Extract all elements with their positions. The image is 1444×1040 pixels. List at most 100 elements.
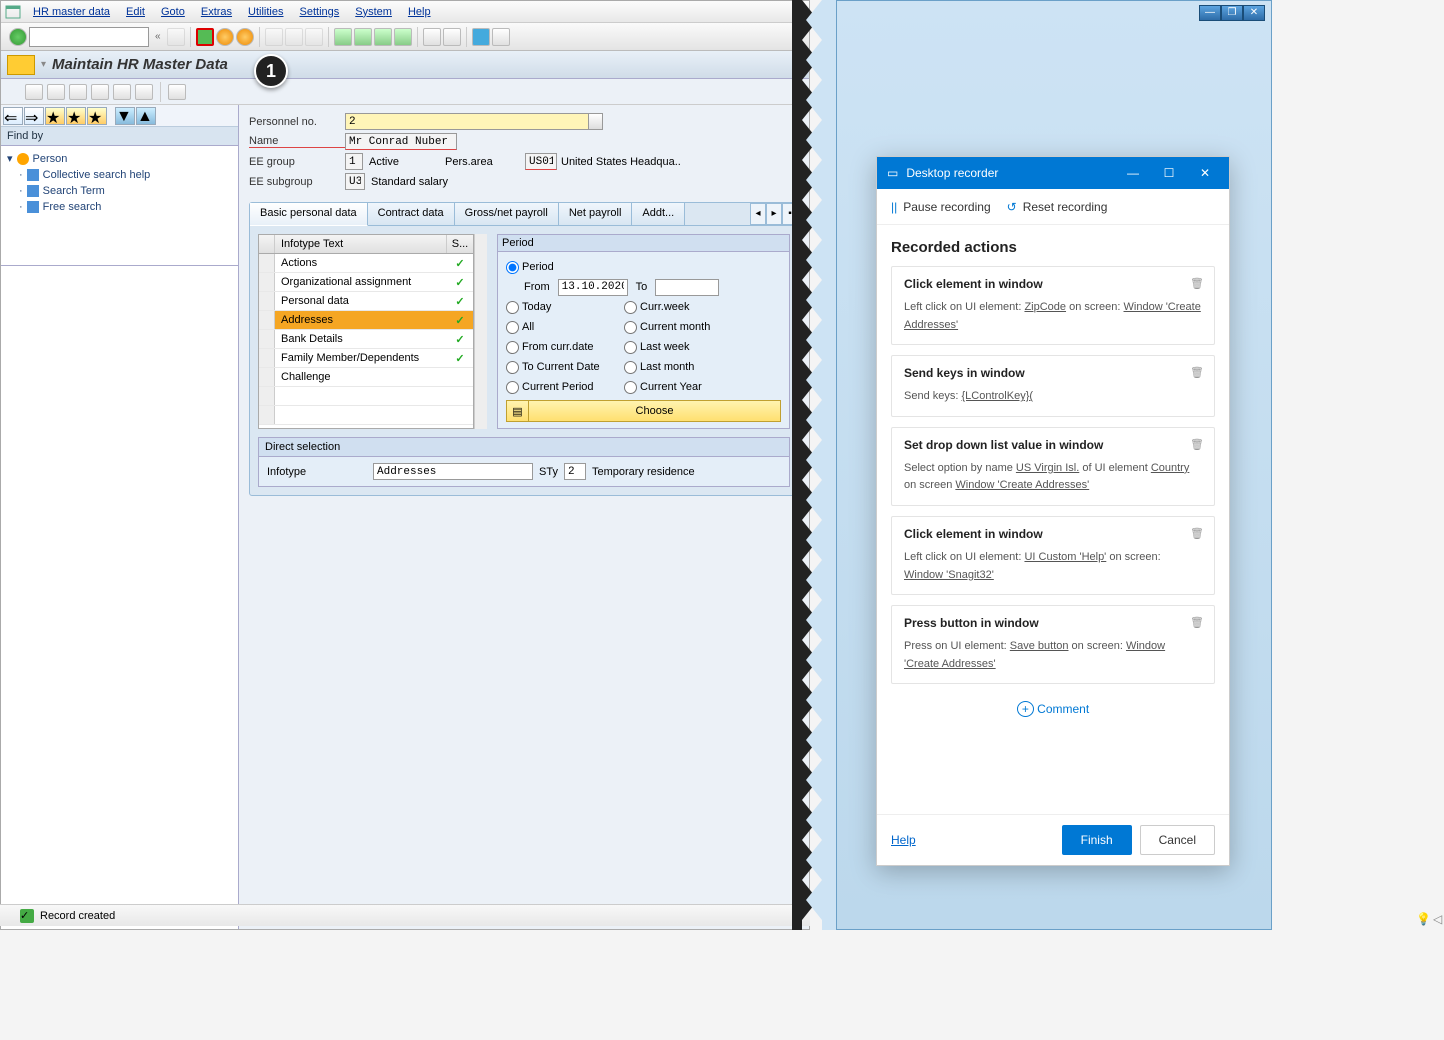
command-field[interactable] (29, 27, 149, 47)
rec-minimize-icon[interactable]: — (1119, 166, 1147, 180)
row-selector[interactable] (259, 349, 275, 367)
row-selector[interactable] (259, 292, 275, 310)
menu-goto[interactable]: Goto (153, 3, 193, 21)
delete-icon[interactable]: 🗑 (1190, 277, 1204, 290)
action-card[interactable]: 🗑Press button in windowPress on UI eleme… (891, 605, 1215, 684)
radio-tocurr[interactable]: To Current Date (506, 361, 616, 374)
infotype-row[interactable]: Personal data✓ (259, 292, 473, 311)
overview-icon[interactable] (168, 84, 186, 100)
last-page-icon[interactable] (394, 28, 412, 46)
radio-all[interactable]: All (506, 321, 616, 334)
f4-icon[interactable] (589, 113, 603, 130)
back-icon[interactable] (196, 28, 214, 46)
enter-icon[interactable] (9, 28, 27, 46)
print-icon[interactable] (265, 28, 283, 46)
action-card[interactable]: 🗑Send keys in windowSend keys: {LControl… (891, 355, 1215, 417)
help-icon[interactable] (472, 28, 490, 46)
sty-input[interactable] (564, 463, 586, 480)
pause-button[interactable]: ||Pause recording (891, 200, 991, 214)
title-icon[interactable] (7, 55, 35, 75)
change-icon[interactable] (47, 84, 65, 100)
restore-icon[interactable]: ❐ (1221, 5, 1243, 21)
nav-fav1-icon[interactable]: ★ (45, 107, 65, 125)
copy-icon[interactable] (91, 84, 109, 100)
row-selector[interactable] (259, 368, 275, 386)
infotype-row[interactable]: Organizational assignment✓ (259, 273, 473, 292)
cancel-button[interactable]: Cancel (1140, 825, 1215, 855)
rec-maximize-icon[interactable]: ☐ (1155, 166, 1183, 180)
row-selector[interactable] (259, 330, 275, 348)
menu-utilities[interactable]: Utilities (240, 3, 291, 21)
radio-lastweek[interactable]: Last week (624, 341, 690, 354)
command-history-icon[interactable]: « (155, 31, 161, 42)
action-card[interactable]: 🗑Click element in windowLeft click on UI… (891, 516, 1215, 595)
infotype-input[interactable] (373, 463, 533, 480)
nav-fav2-icon[interactable]: ★ (66, 107, 86, 125)
close-icon[interactable]: ✕ (1243, 5, 1265, 21)
personnel-input[interactable] (345, 113, 589, 130)
persarea-input[interactable] (525, 153, 557, 170)
tab-net[interactable]: Net payroll (559, 203, 633, 225)
infotype-row[interactable]: Bank Details✓ (259, 330, 473, 349)
nav-back-icon[interactable]: ⇐ (3, 107, 23, 125)
menu-system[interactable]: System (347, 3, 400, 21)
findnext-icon[interactable] (305, 28, 323, 46)
next-page-icon[interactable] (374, 28, 392, 46)
name-input[interactable] (345, 133, 457, 150)
finish-button[interactable]: Finish (1062, 825, 1132, 855)
radio-period[interactable]: Period (506, 261, 554, 274)
save-icon[interactable] (167, 28, 185, 46)
infotype-row[interactable]: Family Member/Dependents✓ (259, 349, 473, 368)
tree-freesearch[interactable]: · Free search (5, 199, 234, 215)
tree-searchterm[interactable]: · Search Term (5, 183, 234, 199)
rec-close-icon[interactable]: ✕ (1191, 166, 1219, 180)
choose-button[interactable]: ▤ Choose (506, 400, 781, 422)
to-input[interactable] (655, 279, 719, 296)
eegroup-input[interactable] (345, 153, 363, 170)
nav-down-icon[interactable]: ▼ (115, 107, 135, 125)
menu-hrmaster[interactable]: HR master data (25, 3, 118, 21)
radio-lastmonth[interactable]: Last month (624, 361, 694, 374)
help-link[interactable]: Help (891, 833, 916, 847)
radio-currmonth[interactable]: Current month (624, 321, 710, 334)
infotype-row[interactable]: Addresses✓ (259, 311, 473, 330)
title-dropdown-icon[interactable]: ▾ (41, 59, 46, 70)
nav-fwd-icon[interactable]: ⇒ (24, 107, 44, 125)
menu-extras[interactable]: Extras (193, 3, 240, 21)
delete-icon[interactable]: 🗑 (1190, 366, 1204, 379)
delete-icon[interactable]: 🗑 (1190, 438, 1204, 451)
eesub-input[interactable] (345, 173, 365, 190)
row-selector[interactable] (259, 254, 275, 272)
action-card[interactable]: 🗑Set drop down list value in windowSelec… (891, 427, 1215, 506)
radio-fromcurr[interactable]: From curr.date (506, 341, 616, 354)
row-selector[interactable] (259, 311, 275, 329)
display-icon[interactable] (69, 84, 87, 100)
infotype-row[interactable]: Challenge (259, 368, 473, 387)
nav-up-icon[interactable]: ▲ (136, 107, 156, 125)
first-page-icon[interactable] (334, 28, 352, 46)
nav-fav3-icon[interactable]: ★ (87, 107, 107, 125)
menu-help[interactable]: Help (400, 3, 439, 21)
lamp-icon[interactable]: 💡 (1416, 912, 1431, 926)
find-icon[interactable] (285, 28, 303, 46)
shortcut-icon[interactable] (443, 28, 461, 46)
radio-currweek[interactable]: Curr.week (624, 301, 690, 314)
from-input[interactable] (558, 279, 628, 296)
delete-icon[interactable]: 🗑 (1190, 527, 1204, 540)
col-status[interactable]: S... (447, 235, 473, 253)
action-card[interactable]: 🗑Click element in windowLeft click on UI… (891, 266, 1215, 345)
tab-scroll-left-icon[interactable]: ◂ (750, 203, 766, 225)
col-infotype[interactable]: Infotype Text (275, 235, 447, 253)
table-scrollbar[interactable] (474, 234, 487, 429)
radio-today[interactable]: Today (506, 301, 616, 314)
delete-icon[interactable]: 🗑 (1190, 616, 1204, 629)
tab-contract[interactable]: Contract data (368, 203, 455, 225)
new-session-icon[interactable] (423, 28, 441, 46)
app-menu-icon[interactable] (5, 4, 21, 20)
tree-collective[interactable]: · Collective search help (5, 167, 234, 183)
comment-button[interactable]: + Comment (891, 694, 1215, 724)
tab-gross[interactable]: Gross/net payroll (455, 203, 559, 225)
radio-curryear[interactable]: Current Year (624, 381, 702, 394)
delimit-icon[interactable] (113, 84, 131, 100)
reset-button[interactable]: ↺Reset recording (1007, 200, 1108, 214)
